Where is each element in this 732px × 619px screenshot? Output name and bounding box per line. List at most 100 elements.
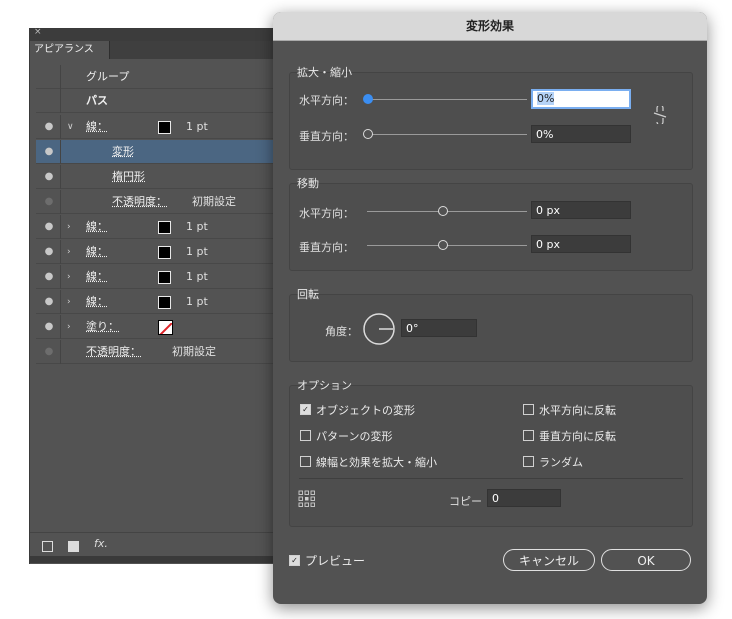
preview-label[interactable]: プレビュー: [305, 552, 365, 569]
eye-icon[interactable]: ●: [41, 190, 57, 214]
close-icon[interactable]: ×: [34, 27, 42, 37]
preview-checkbox[interactable]: ✓: [289, 555, 300, 566]
eye-icon[interactable]: ●: [41, 290, 57, 314]
row-divider: [60, 65, 61, 89]
fx-icon[interactable]: fx.: [94, 537, 108, 550]
eye-icon[interactable]: ●: [41, 115, 57, 139]
row-stroke[interactable]: ● › 線： 1 pt: [36, 265, 278, 289]
stroke-swatch[interactable]: [158, 246, 171, 259]
scale-v-track[interactable]: [367, 134, 527, 135]
chevron-right-icon[interactable]: ›: [67, 315, 71, 339]
scale-strokes-label[interactable]: 線幅と効果を拡大・縮小: [316, 454, 437, 470]
unlink-constrain-icon[interactable]: [653, 106, 667, 124]
transform-objects-label[interactable]: オブジェクトの変形: [316, 402, 415, 418]
scale-h-input[interactable]: 0%: [531, 89, 631, 109]
scale-v-label: 垂直方向：: [299, 130, 354, 143]
reflect-x-checkbox[interactable]: [523, 404, 534, 415]
scale-h-label: 水平方向：: [299, 94, 354, 107]
stroke-link[interactable]: 線：: [86, 115, 108, 139]
opacity-link[interactable]: 不透明度：: [112, 190, 167, 214]
scale-h-slider[interactable]: [363, 94, 373, 104]
row-fill[interactable]: ● › 塗り：: [36, 315, 278, 339]
effect-transform-link[interactable]: 変形: [112, 140, 134, 164]
scale-h-value: 0%: [537, 92, 555, 105]
stroke-swatch[interactable]: [158, 296, 171, 309]
fill-none-swatch[interactable]: [158, 320, 173, 335]
chevron-right-icon[interactable]: ›: [67, 290, 71, 314]
eye-icon[interactable]: ●: [41, 340, 57, 364]
move-v-input[interactable]: 0 px: [531, 235, 631, 253]
stroke-weight: 1 pt: [186, 120, 208, 133]
row-stroke[interactable]: ● › 線： 1 pt: [36, 290, 278, 314]
row-path[interactable]: パス: [36, 89, 278, 113]
random-checkbox[interactable]: [523, 456, 534, 467]
ok-button[interactable]: OK: [601, 549, 691, 571]
angle-input[interactable]: 0°: [401, 319, 477, 337]
stroke-link[interactable]: 線：: [86, 265, 108, 289]
stroke-link[interactable]: 線：: [86, 215, 108, 239]
tab-appearance[interactable]: アピアランス: [30, 41, 110, 59]
stroke-swatch[interactable]: [158, 221, 171, 234]
eye-icon[interactable]: ●: [41, 140, 57, 164]
cancel-button[interactable]: キャンセル: [503, 549, 595, 571]
scale-h-track[interactable]: [367, 99, 527, 100]
scale-strokes-checkbox[interactable]: [300, 456, 311, 467]
move-h-slider[interactable]: [438, 206, 448, 216]
angle-label: 角度：: [325, 325, 358, 338]
eye-icon[interactable]: ●: [41, 165, 57, 189]
eye-icon[interactable]: ●: [41, 315, 57, 339]
angle-dial[interactable]: [362, 312, 396, 346]
stroke-weight: 1 pt: [186, 220, 208, 233]
chevron-down-icon[interactable]: ∨: [67, 115, 74, 139]
stroke-swatch[interactable]: [158, 121, 171, 134]
options-legend: オプション: [297, 379, 352, 392]
row-divider: [60, 215, 61, 239]
reference-point-icon[interactable]: [298, 490, 316, 508]
panel-titlebar[interactable]: ×: [30, 27, 278, 41]
eye-icon[interactable]: ●: [41, 265, 57, 289]
panel-tabbar: アピアランス: [30, 41, 278, 59]
chevron-right-icon[interactable]: ›: [67, 215, 71, 239]
scale-v-input[interactable]: 0%: [531, 125, 631, 143]
row-divider: [60, 340, 61, 364]
row-transform[interactable]: ● 変形: [36, 140, 278, 164]
reflect-y-checkbox[interactable]: [523, 430, 534, 441]
chevron-right-icon[interactable]: ›: [67, 265, 71, 289]
random-label[interactable]: ランダム: [539, 454, 583, 470]
fill-link[interactable]: 塗り：: [86, 315, 119, 339]
transform-patterns-checkbox[interactable]: [300, 430, 311, 441]
scale-v-slider[interactable]: [363, 129, 373, 139]
chevron-right-icon[interactable]: ›: [67, 240, 71, 264]
row-ellipse[interactable]: ● 楕円形: [36, 165, 278, 189]
move-h-input[interactable]: 0 px: [531, 201, 631, 219]
transform-objects-checkbox[interactable]: ✓: [300, 404, 311, 415]
add-stroke-icon[interactable]: [42, 541, 53, 552]
effect-ellipse-link[interactable]: 楕円形: [112, 165, 145, 189]
move-v-slider[interactable]: [438, 240, 448, 250]
row-stroke[interactable]: ● › 線： 1 pt: [36, 240, 278, 264]
reflect-y-label[interactable]: 垂直方向に反転: [539, 428, 616, 444]
scale-group: [289, 72, 693, 170]
stroke-link[interactable]: 線：: [86, 290, 108, 314]
row-divider: [60, 240, 61, 264]
reflect-x-label[interactable]: 水平方向に反転: [539, 402, 616, 418]
row-group[interactable]: グループ: [36, 65, 278, 89]
add-fill-icon[interactable]: [68, 541, 79, 552]
row-path-opacity[interactable]: ● 不透明度： 初期設定: [36, 340, 278, 364]
row-stroke-expanded[interactable]: ● ∨ 線： 1 pt: [36, 115, 278, 139]
stroke-swatch[interactable]: [158, 271, 171, 284]
opacity-link[interactable]: 不透明度：: [86, 340, 141, 364]
copies-input[interactable]: 0: [487, 489, 561, 507]
transform-patterns-label[interactable]: パターンの変形: [316, 428, 392, 444]
eye-icon[interactable]: ●: [41, 240, 57, 264]
options-divider: [299, 478, 683, 479]
move-group: [289, 183, 693, 271]
resize-strip[interactable]: [30, 556, 278, 563]
eye-icon[interactable]: ●: [41, 215, 57, 239]
row-label: グループ: [86, 70, 130, 83]
row-stroke[interactable]: ● › 線： 1 pt: [36, 215, 278, 239]
scale-legend: 拡大・縮小: [297, 66, 352, 79]
stroke-link[interactable]: 線：: [86, 240, 108, 264]
transform-effect-dialog: 変形効果 拡大・縮小 水平方向： 0% 垂直方向： 0% 移動 水平方向： 0 …: [273, 12, 707, 604]
row-stroke-opacity[interactable]: ● 不透明度： 初期設定: [36, 190, 278, 214]
